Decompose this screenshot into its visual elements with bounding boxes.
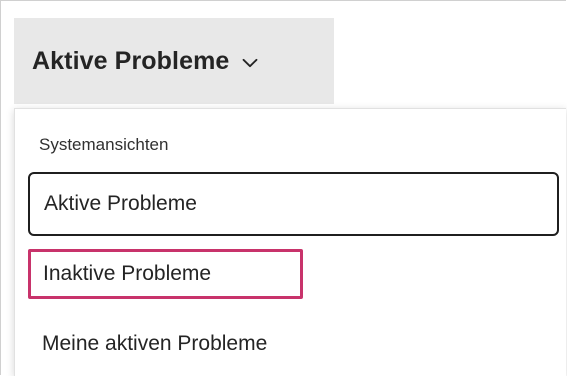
view-selector-button[interactable]: Aktive Probleme [14, 18, 334, 104]
option-meine-aktiven-probleme[interactable]: Meine aktiven Probleme [28, 314, 559, 374]
section-header-system-views: Systemansichten [39, 135, 169, 154]
chevron-down-icon [241, 54, 259, 72]
option-inaktive-probleme[interactable]: Inaktive Probleme [28, 249, 303, 299]
screenshot-frame: Aktive Probleme Systemansichten Aktive P… [0, 0, 567, 376]
option-label: Aktive Probleme [44, 192, 197, 215]
view-dropdown-menu: Systemansichten Aktive Probleme Inaktive… [14, 108, 566, 376]
option-aktive-probleme[interactable]: Aktive Probleme [28, 172, 559, 236]
view-selector-label: Aktive Probleme [32, 46, 230, 75]
option-label: Meine aktiven Probleme [42, 332, 268, 355]
option-label: Inaktive Probleme [43, 262, 212, 285]
